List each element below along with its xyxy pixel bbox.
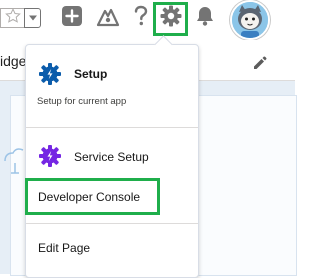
service-setup-gear-icon bbox=[38, 144, 62, 168]
setup-menu-item[interactable]: Setup Setup for current app bbox=[26, 53, 198, 117]
developer-console-menu-item[interactable]: Developer Console bbox=[26, 181, 198, 212]
service-setup-label: Service Setup bbox=[74, 150, 149, 164]
user-avatar-button[interactable] bbox=[230, 0, 270, 40]
question-icon bbox=[133, 5, 149, 32]
trailhead-icon bbox=[96, 5, 120, 32]
edit-button[interactable] bbox=[252, 54, 268, 70]
developer-console-label: Developer Console bbox=[38, 190, 141, 204]
menu-divider bbox=[26, 127, 198, 128]
edit-page-label: Edit Page bbox=[38, 241, 91, 255]
help-button[interactable] bbox=[129, 5, 153, 32]
setup-subtitle: Setup for current app bbox=[37, 96, 127, 107]
edit-page-menu-item[interactable]: Edit Page bbox=[26, 235, 198, 265]
pencil-icon bbox=[252, 56, 268, 74]
service-setup-menu-item[interactable]: Service Setup bbox=[26, 141, 198, 173]
setup-menu: Setup Setup for current app Service Setu… bbox=[25, 44, 199, 278]
favorites-group bbox=[0, 7, 41, 29]
global-header bbox=[0, 0, 295, 40]
favorites-button[interactable] bbox=[0, 7, 24, 29]
setup-title: Setup bbox=[74, 67, 108, 81]
menu-divider bbox=[26, 223, 198, 224]
chevron-down-icon bbox=[28, 9, 38, 27]
astro-avatar-icon bbox=[232, 2, 268, 38]
setup-gear-icon bbox=[38, 62, 62, 86]
bell-icon bbox=[195, 5, 215, 32]
setup-button[interactable] bbox=[159, 5, 183, 32]
page-subheader-text: idge bbox=[0, 53, 27, 69]
star-icon bbox=[4, 7, 21, 29]
notifications-button[interactable] bbox=[193, 6, 217, 30]
global-actions-button[interactable] bbox=[60, 5, 84, 32]
gear-icon bbox=[160, 5, 182, 32]
guidance-center-button[interactable] bbox=[96, 6, 120, 30]
plus-icon bbox=[61, 5, 83, 32]
favorites-menu-button[interactable] bbox=[24, 8, 41, 28]
